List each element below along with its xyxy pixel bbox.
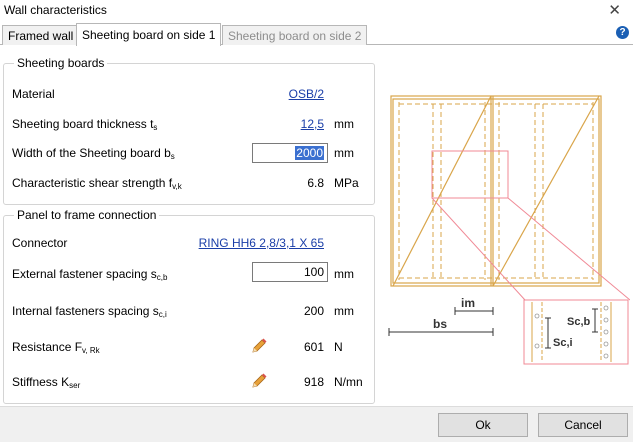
connector-link[interactable]: RING HH6 2,8/3,1 X 65: [199, 236, 324, 250]
resistance-unit: N: [334, 340, 343, 354]
diagonal-left: [392, 95, 492, 287]
external-spacing-unit: mm: [334, 267, 354, 281]
ok-button[interactable]: Ok: [438, 413, 528, 437]
shear-strength-unit: MPa: [334, 176, 359, 190]
frame-outer: [390, 95, 602, 287]
stiffness-value: 918: [303, 375, 324, 389]
stiffness-label: Stiffness Kser: [12, 375, 81, 390]
internal-spacing-unit: mm: [334, 304, 354, 318]
title-bar: Wall characteristics ✕: [0, 0, 633, 20]
tab-sheeting-side-1[interactable]: Sheeting board on side 1: [76, 23, 222, 46]
external-spacing-label: External fastener spacing sc,b: [12, 267, 168, 282]
edit-stiffness-pencil-icon[interactable]: [250, 372, 268, 390]
sheeting-boards-group: Sheeting boards Material OSB/2 Sheeting …: [3, 56, 375, 205]
internal-spacing-label: Internal fasteners spacing sc,i: [12, 304, 167, 319]
scb-label: Sc,b: [567, 316, 591, 328]
tab-sheeting-side-2[interactable]: Sheeting board on side 2: [222, 25, 368, 45]
internal-spacing-value: 200: [303, 304, 324, 318]
frame-inner: [392, 98, 600, 284]
bs-label: bs: [433, 317, 447, 331]
thickness-link[interactable]: 12,5: [301, 117, 324, 131]
cancel-button[interactable]: Cancel: [538, 413, 628, 437]
thickness-unit: mm: [334, 117, 354, 131]
edit-resistance-pencil-icon[interactable]: [250, 337, 268, 355]
panel-connection-group: Panel to frame connection Connector RING…: [3, 208, 375, 404]
width-input[interactable]: 2000: [252, 143, 328, 163]
close-icon[interactable]: ✕: [608, 1, 621, 19]
material-link[interactable]: OSB/2: [289, 87, 324, 101]
shear-strength-label: Characteristic shear strength fv,k: [12, 176, 182, 191]
wall-diagram: Sc,b Sc,i im bs: [388, 95, 630, 365]
help-icon[interactable]: ?: [616, 26, 629, 39]
window-title: Wall characteristics: [4, 3, 107, 17]
width-label: Width of the Sheeting board bs: [12, 146, 175, 161]
diagonal-right: [492, 95, 600, 287]
resistance-value: 601: [303, 340, 324, 354]
panel-connection-title: Panel to frame connection: [14, 208, 160, 222]
sci-label: Sc,i: [553, 337, 573, 349]
thickness-label: Sheeting board thickness ts: [12, 117, 158, 132]
stiffness-unit: N/mn: [334, 375, 363, 389]
tab-bar: Framed wall Sheeting board on side 1 She…: [0, 23, 633, 46]
resistance-label: Resistance Fv, Rk: [12, 340, 100, 355]
connector-label: Connector: [12, 236, 68, 250]
im-label: im: [461, 296, 475, 310]
sheeting-boards-title: Sheeting boards: [14, 56, 108, 70]
tab-framed-wall[interactable]: Framed wall: [2, 25, 80, 45]
detail-highlight: [431, 150, 509, 199]
material-label: Material: [12, 87, 55, 101]
external-spacing-input[interactable]: 100: [252, 262, 328, 282]
detail-box: [523, 299, 629, 365]
shear-strength-value: 6.8: [307, 176, 324, 190]
dialog-footer: Ok Cancel: [0, 406, 633, 442]
width-unit: mm: [334, 146, 354, 160]
